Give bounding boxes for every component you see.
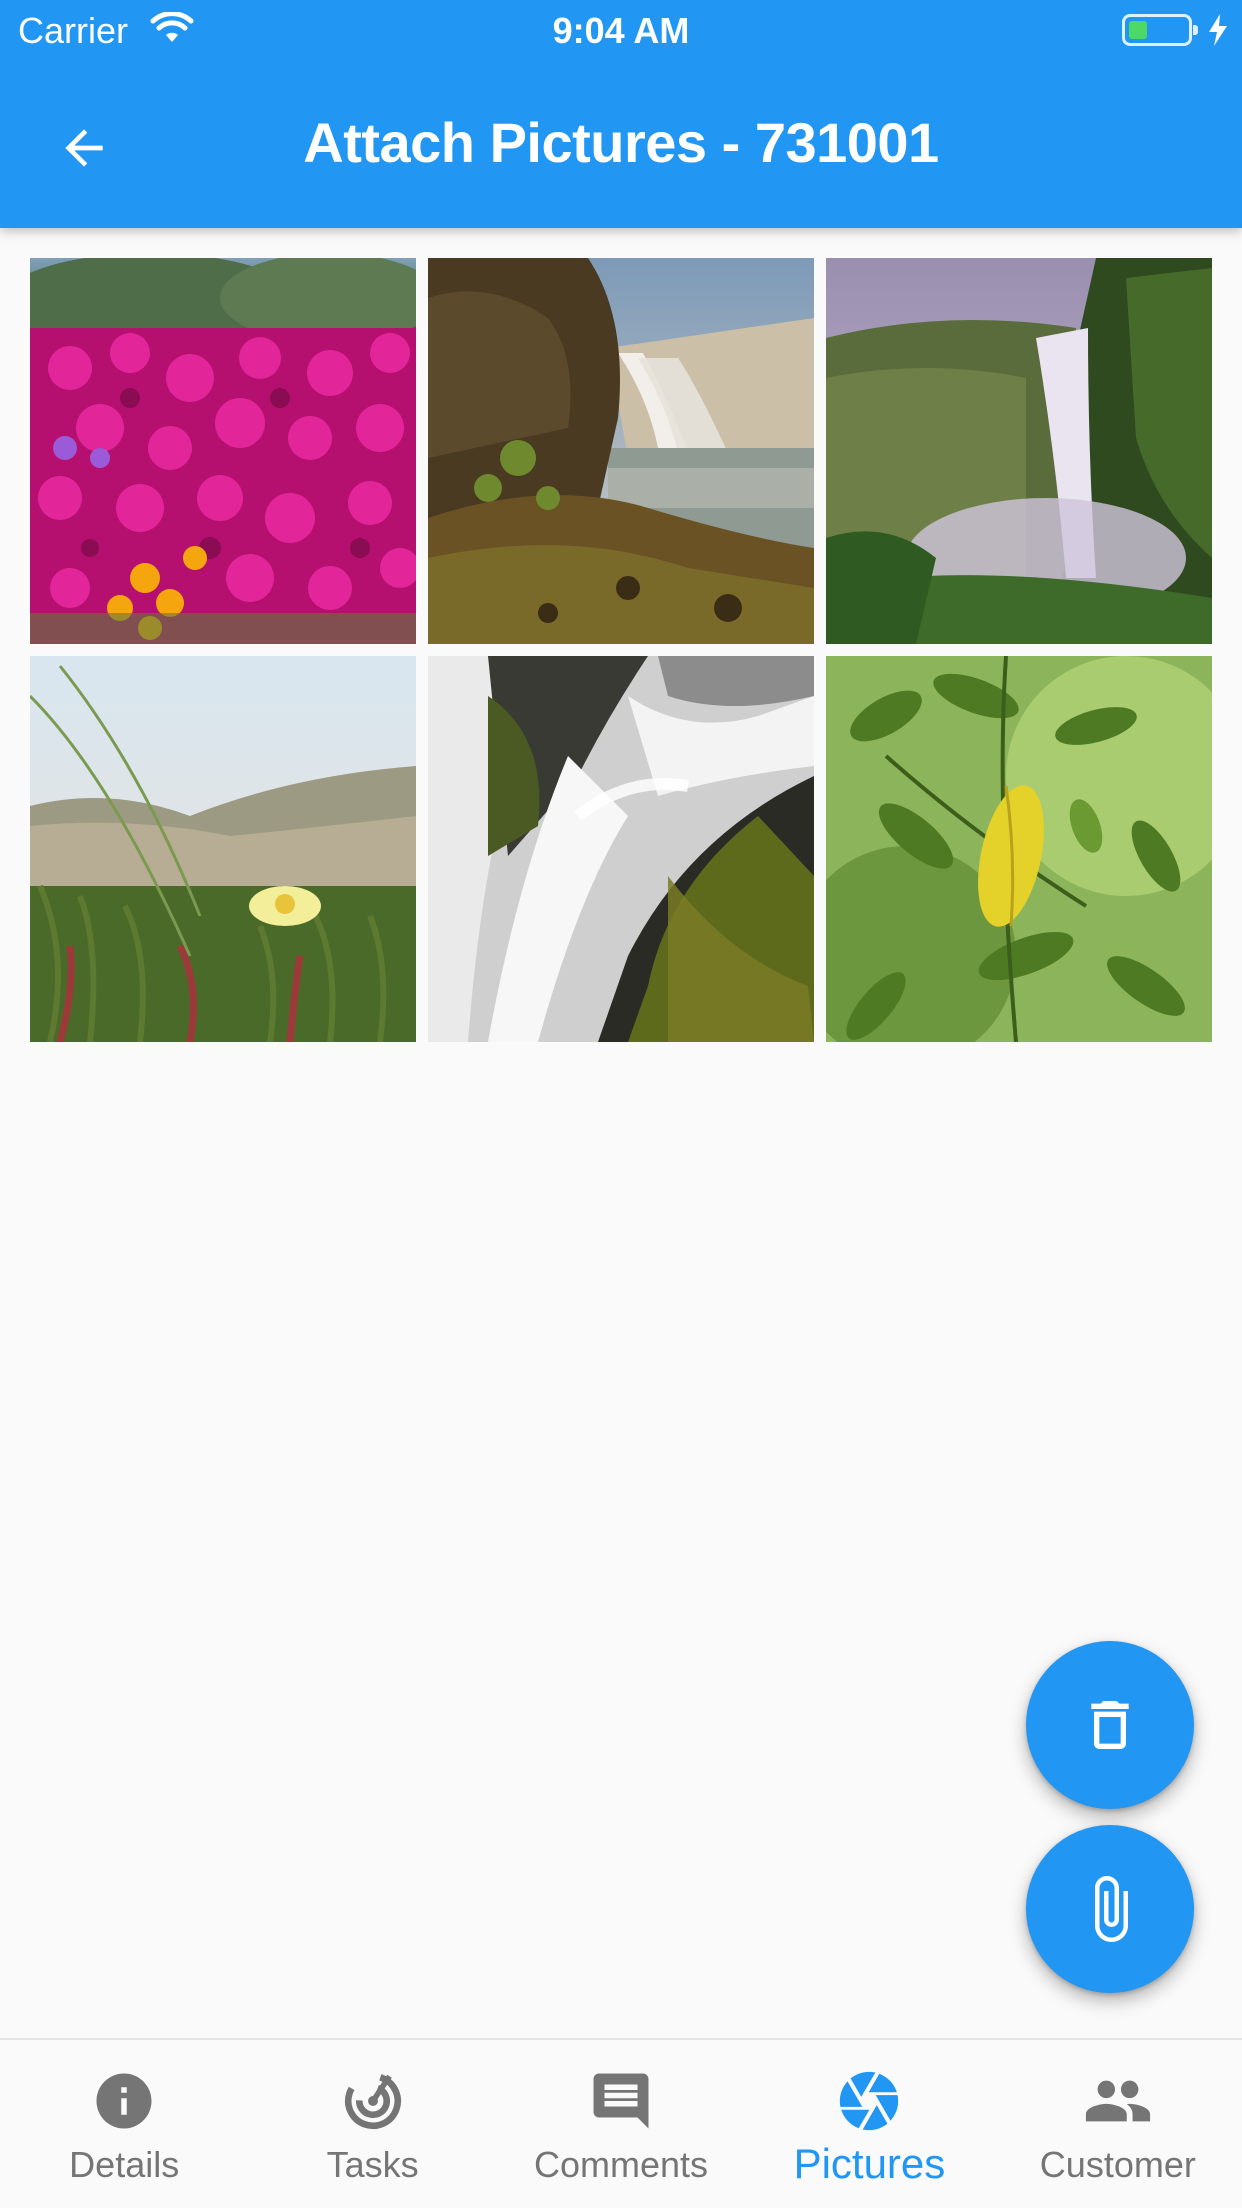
comment-icon — [586, 2066, 656, 2136]
nav-label-details: Details — [69, 2144, 180, 2185]
green-leaves-image — [826, 656, 1212, 1042]
charging-bolt-icon — [1209, 14, 1227, 46]
people-icon — [1083, 2066, 1153, 2136]
mossy-waterfall-image — [428, 656, 814, 1042]
status-time: 9:04 AM — [552, 10, 690, 51]
paperclip-icon — [1095, 1876, 1128, 1942]
misty-waterfall-image — [826, 258, 1212, 644]
status-bar: Carrier 9:04 AM — [0, 0, 1242, 60]
battery-icon — [1122, 14, 1198, 46]
nav-item-customer[interactable]: Customer — [994, 2040, 1242, 2208]
waterfall-cliff-image — [428, 258, 814, 644]
photo-thumbnail[interactable] — [30, 258, 416, 644]
page-title: Attach Pictures - 731001 — [303, 111, 939, 174]
nav-label-comments: Comments — [533, 2144, 709, 2185]
photo-thumbnail[interactable] — [826, 656, 1212, 1042]
trash-icon — [1091, 1701, 1129, 1749]
bottom-navigation: Details Tasks Comments Pictures Customer — [0, 2038, 1242, 2208]
photo-thumbnail[interactable] — [30, 656, 416, 1042]
nav-label-tasks: Tasks — [326, 2144, 419, 2185]
nav-label-customer: Customer — [1039, 2144, 1196, 2185]
app-bar: Carrier 9:04 AM Attach Pictures - 731001 — [0, 0, 1242, 228]
nav-item-tasks[interactable]: Tasks — [248, 2040, 496, 2208]
photo-grid — [30, 258, 1212, 1042]
camera-aperture-icon — [834, 2066, 904, 2136]
tasks-icon — [338, 2066, 408, 2136]
nav-label-pictures: Pictures — [793, 2140, 946, 2187]
photo-thumbnail[interactable] — [826, 258, 1212, 644]
photo-thumbnail[interactable] — [428, 258, 814, 644]
pink-flowers-image — [30, 258, 416, 644]
nav-item-comments[interactable]: Comments — [497, 2040, 745, 2208]
attach-fab-button[interactable] — [1026, 1825, 1194, 1993]
delete-fab-button[interactable] — [1026, 1641, 1194, 1809]
nav-item-pictures[interactable]: Pictures — [745, 2040, 993, 2208]
battery-level — [1129, 21, 1147, 39]
nav-item-details[interactable]: Details — [0, 2040, 248, 2208]
photo-thumbnail[interactable] — [428, 656, 814, 1042]
yellow-flower-image — [30, 656, 416, 1042]
info-icon — [89, 2066, 159, 2136]
